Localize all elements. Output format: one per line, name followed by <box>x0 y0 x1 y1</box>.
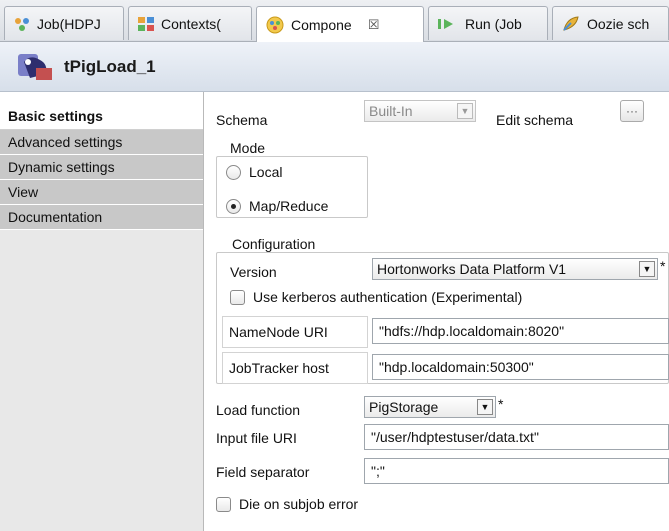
load-function-value: PigStorage <box>369 399 439 415</box>
version-value: Hortonworks Data Platform V1 <box>377 261 567 277</box>
tab-label: Oozie sch <box>587 15 650 32</box>
kerberos-option[interactable]: Use kerberos authentication (Experimenta… <box>230 289 522 305</box>
required-marker: * <box>660 258 666 274</box>
kerberos-checkbox[interactable] <box>230 289 245 305</box>
basic-settings-panel: Schema Built-In ▼ Edit schema ··· Mode L… <box>204 92 669 531</box>
jobtracker-host-label-text: JobTracker host <box>229 360 329 376</box>
tab-label: Compone <box>291 16 352 33</box>
component-header: tPigLoad_1 <box>0 42 669 92</box>
namenode-uri-label-text: NameNode URI <box>229 324 328 340</box>
component-title: tPigLoad_1 <box>64 56 156 76</box>
job-icon <box>13 16 31 32</box>
settings-sidebar: Basic settings Advanced settings Dynamic… <box>0 92 204 531</box>
edit-schema-label: Edit schema <box>496 112 574 128</box>
run-icon <box>437 17 459 31</box>
input-file-uri-input[interactable]: "/user/hdptestuser/data.txt" <box>364 424 669 450</box>
field-separator-input[interactable]: ";" <box>364 458 669 484</box>
tab-label: Job(HDPJ <box>37 15 101 32</box>
pig-component-icon <box>16 50 54 84</box>
chevron-down-icon: ▼ <box>639 261 655 277</box>
mode-label: Mode <box>230 140 266 156</box>
schema-label: Schema <box>216 112 268 128</box>
load-function-label: Load function <box>216 402 301 418</box>
sidebar-item-dynamic-settings[interactable]: Dynamic settings <box>0 155 203 180</box>
chevron-down-icon: ▼ <box>477 399 493 415</box>
die-on-subjob-error-label: Die on subjob error <box>239 496 359 512</box>
field-separator-label: Field separator <box>216 464 310 480</box>
input-file-uri-value: "/user/hdptestuser/data.txt" <box>371 429 539 445</box>
version-select[interactable]: Hortonworks Data Platform V1 ▼ <box>372 258 658 280</box>
jobtracker-host-input[interactable]: "hdp.localdomain:50300" <box>372 354 669 380</box>
tab-label: Run (Job <box>465 15 522 32</box>
die-on-subjob-error-option[interactable]: Die on subjob error <box>216 496 358 512</box>
sidebar-item-basic-settings[interactable]: Basic settings <box>0 92 203 130</box>
configuration-label: Configuration <box>232 236 316 252</box>
contexts-icon <box>137 16 155 32</box>
input-file-uri-label: Input file URI <box>216 430 297 446</box>
tab-label: Contexts( <box>161 15 221 32</box>
tab-oozie[interactable]: Oozie sch <box>552 6 669 40</box>
tab-job[interactable]: Job(HDPJ <box>4 6 124 40</box>
jobtracker-host-label: JobTracker host <box>222 352 368 384</box>
schema-select[interactable]: Built-In ▼ <box>364 100 476 122</box>
sidebar-item-view[interactable]: View <box>0 180 203 205</box>
load-function-select[interactable]: PigStorage ▼ <box>364 396 496 418</box>
tab-contexts[interactable]: Contexts( <box>128 6 252 40</box>
sidebar-item-advanced-settings[interactable]: Advanced settings <box>0 130 203 155</box>
required-marker: * <box>498 396 504 412</box>
tab-run[interactable]: Run (Job <box>428 6 548 40</box>
mode-mapreduce-label: Map/Reduce <box>249 198 329 214</box>
chevron-down-icon: ▼ <box>457 103 473 119</box>
sidebar-item-documentation[interactable]: Documentation <box>0 205 203 230</box>
close-icon[interactable]: ☒ <box>368 17 380 33</box>
oozie-icon <box>561 15 581 33</box>
tab-component[interactable]: Compone ☒ <box>256 6 424 42</box>
radio-local[interactable] <box>226 164 241 180</box>
kerberos-label: Use kerberos authentication (Experimenta… <box>253 289 523 305</box>
mode-mapreduce-option[interactable]: Map/Reduce <box>226 198 328 214</box>
namenode-uri-value: "hdfs://hdp.localdomain:8020" <box>379 323 565 339</box>
edit-schema-button[interactable]: ··· <box>620 100 644 122</box>
radio-mapreduce[interactable] <box>226 198 241 214</box>
schema-value: Built-In <box>369 103 413 119</box>
namenode-uri-label: NameNode URI <box>222 316 368 348</box>
jobtracker-host-value: "hdp.localdomain:50300" <box>379 359 534 375</box>
mode-local-label: Local <box>249 164 283 180</box>
version-label: Version <box>230 264 277 280</box>
mode-local-option[interactable]: Local <box>226 164 282 180</box>
component-icon <box>265 15 285 35</box>
editor-tab-bar: Job(HDPJ Contexts( Compone ☒ Run (Job Oo… <box>0 0 669 42</box>
field-separator-value: ";" <box>371 463 385 479</box>
die-on-subjob-error-checkbox[interactable] <box>216 496 231 512</box>
namenode-uri-input[interactable]: "hdfs://hdp.localdomain:8020" <box>372 318 669 344</box>
